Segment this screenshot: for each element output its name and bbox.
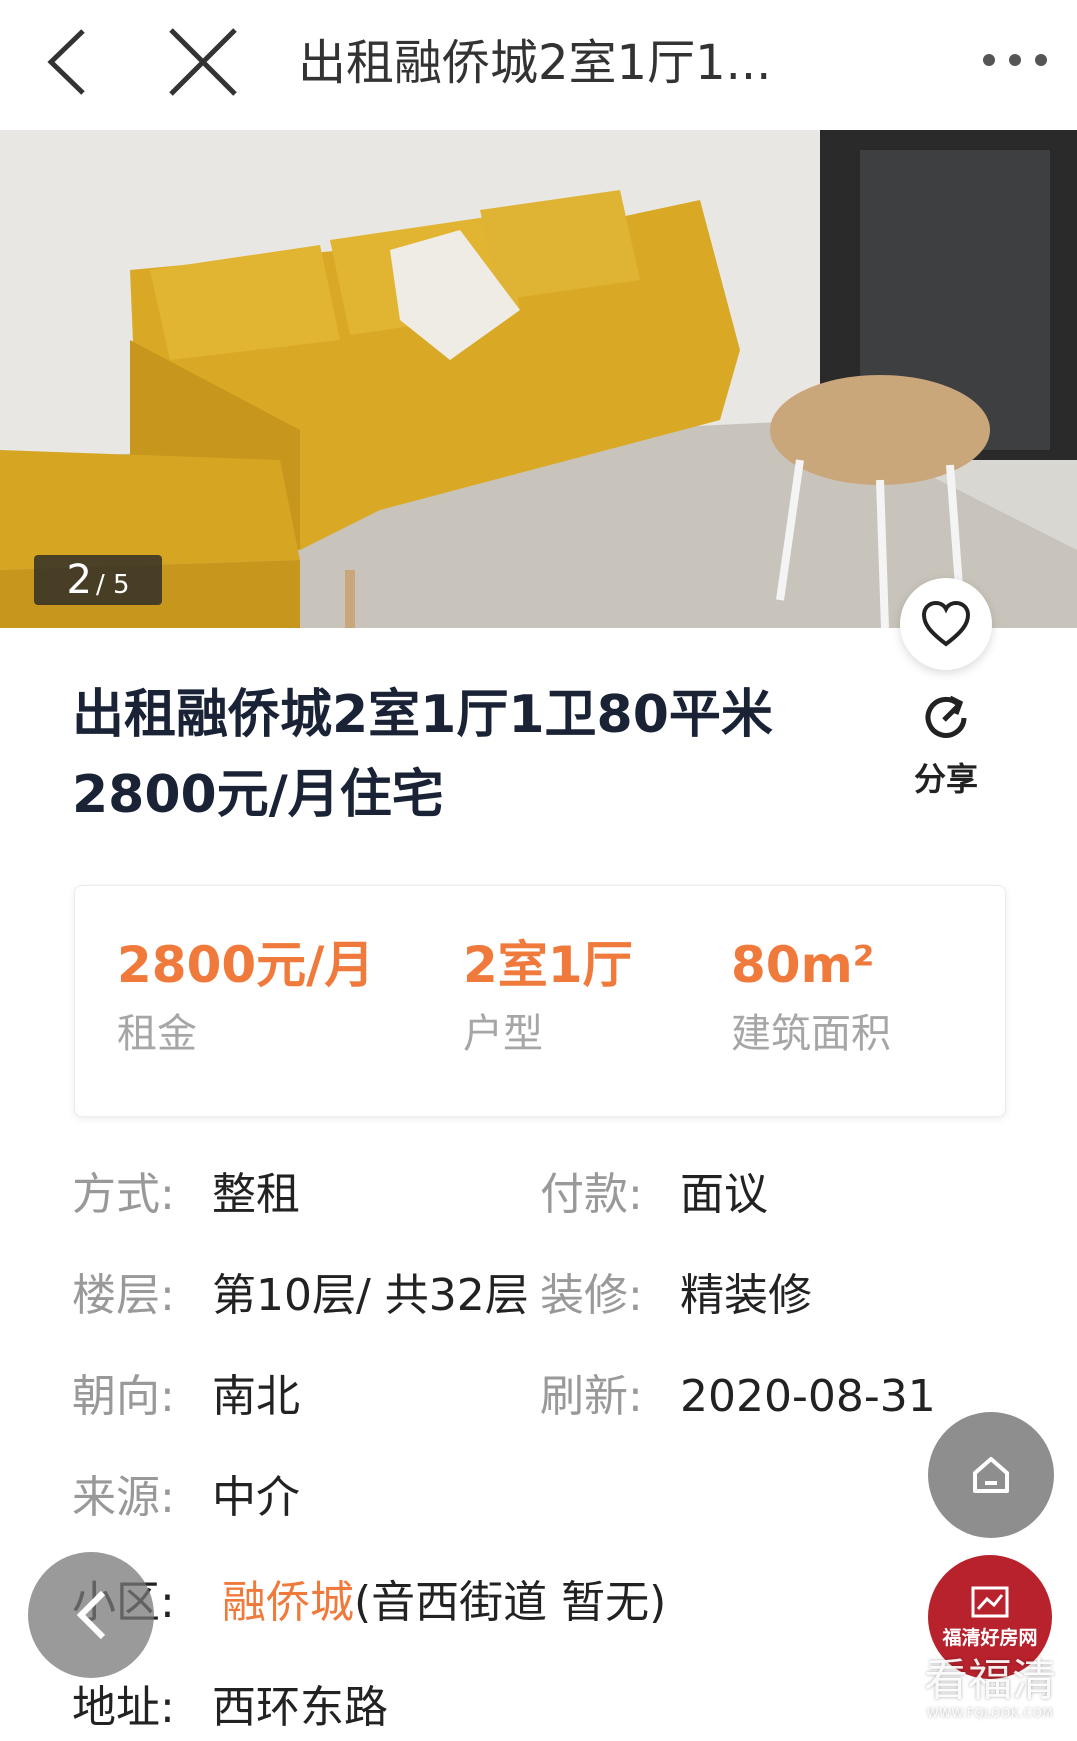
floor-value: 第10层/ 共32层: [212, 1270, 529, 1321]
floor-label: 楼层:: [72, 1270, 175, 1321]
source-label: 来源:: [72, 1472, 175, 1523]
mode-label: 方式:: [72, 1169, 175, 1220]
orientation-value: 南北: [212, 1371, 300, 1422]
rent-label: 租金: [117, 1011, 197, 1057]
refresh-value: 2020-08-31: [680, 1371, 936, 1422]
listing-title: 出租融侨城2室1厅1卫80平米2800元/月住宅: [72, 685, 773, 825]
photo-current-index: 2: [66, 557, 92, 603]
decoration-label: 装修:: [540, 1270, 643, 1321]
orientation-label: 朝向:: [72, 1371, 175, 1422]
back-arrow-icon: [47, 29, 85, 95]
photo-total: / 5: [95, 570, 130, 600]
rent-stat: 2800元/月 租金: [117, 934, 374, 1064]
layout-value: 2室1厅: [463, 936, 633, 994]
watermark-url: WWW.FQLOOK.COM: [926, 1706, 1054, 1720]
prev-arrow-icon: [76, 1590, 106, 1640]
layout-stat: 2室1厅 户型: [463, 934, 633, 1064]
sofa-photo: [0, 130, 1077, 628]
listing-photo[interactable]: [0, 130, 1077, 628]
community-value: 融侨城(音西街道 暂无): [222, 1573, 666, 1633]
community-link[interactable]: 融侨城: [222, 1577, 354, 1628]
mode-value: 整租: [212, 1169, 300, 1220]
layout-label: 户型: [463, 1011, 543, 1057]
watermark-text: 看福清: [924, 1655, 1056, 1706]
favorite-button[interactable]: [900, 578, 992, 670]
area-value: 80m²: [731, 936, 875, 994]
heart-icon: [921, 600, 971, 647]
area-stat: 80m² 建筑面积: [731, 934, 891, 1064]
payment-label: 付款:: [540, 1169, 643, 1220]
payment-value: 面议: [680, 1169, 768, 1220]
address-label: 地址:: [72, 1682, 175, 1733]
photo-counter: 2 / 5: [34, 555, 162, 605]
more-dots-icon[interactable]: [965, 30, 1065, 90]
refresh-label: 刷新:: [540, 1371, 643, 1422]
share-icon: [925, 695, 967, 738]
share-label: 分享: [913, 760, 978, 798]
watermark: 看福清 WWW.FQLOOK.COM: [915, 1655, 1065, 1721]
rent-value: 2800元/月: [117, 936, 375, 994]
source-value: 中介: [212, 1472, 300, 1523]
decoration-value: 精装修: [680, 1270, 812, 1321]
previous-button[interactable]: [28, 1552, 154, 1678]
home-button[interactable]: [928, 1412, 1054, 1538]
community-extra: (音西街道 暂无): [354, 1577, 667, 1628]
page-title: 出租融侨城2室1厅1...: [298, 35, 772, 91]
area-label: 建筑面积: [731, 1011, 891, 1057]
house-photo-icon: [971, 1586, 1009, 1617]
home-icon: [973, 1457, 1009, 1493]
close-icon: [169, 28, 237, 96]
close-button[interactable]: [158, 22, 248, 102]
address-value: 西环东路: [212, 1682, 388, 1733]
share-button[interactable]: 分享: [900, 690, 992, 800]
top-nav-bar: 出租融侨城2室1厅1...: [0, 0, 1077, 130]
brand-logo-text: 福清好房网: [942, 1626, 1038, 1649]
back-button[interactable]: [28, 22, 108, 102]
summary-card: 2800元/月 租金 2室1厅 户型 80m² 建筑面积: [74, 885, 1006, 1117]
